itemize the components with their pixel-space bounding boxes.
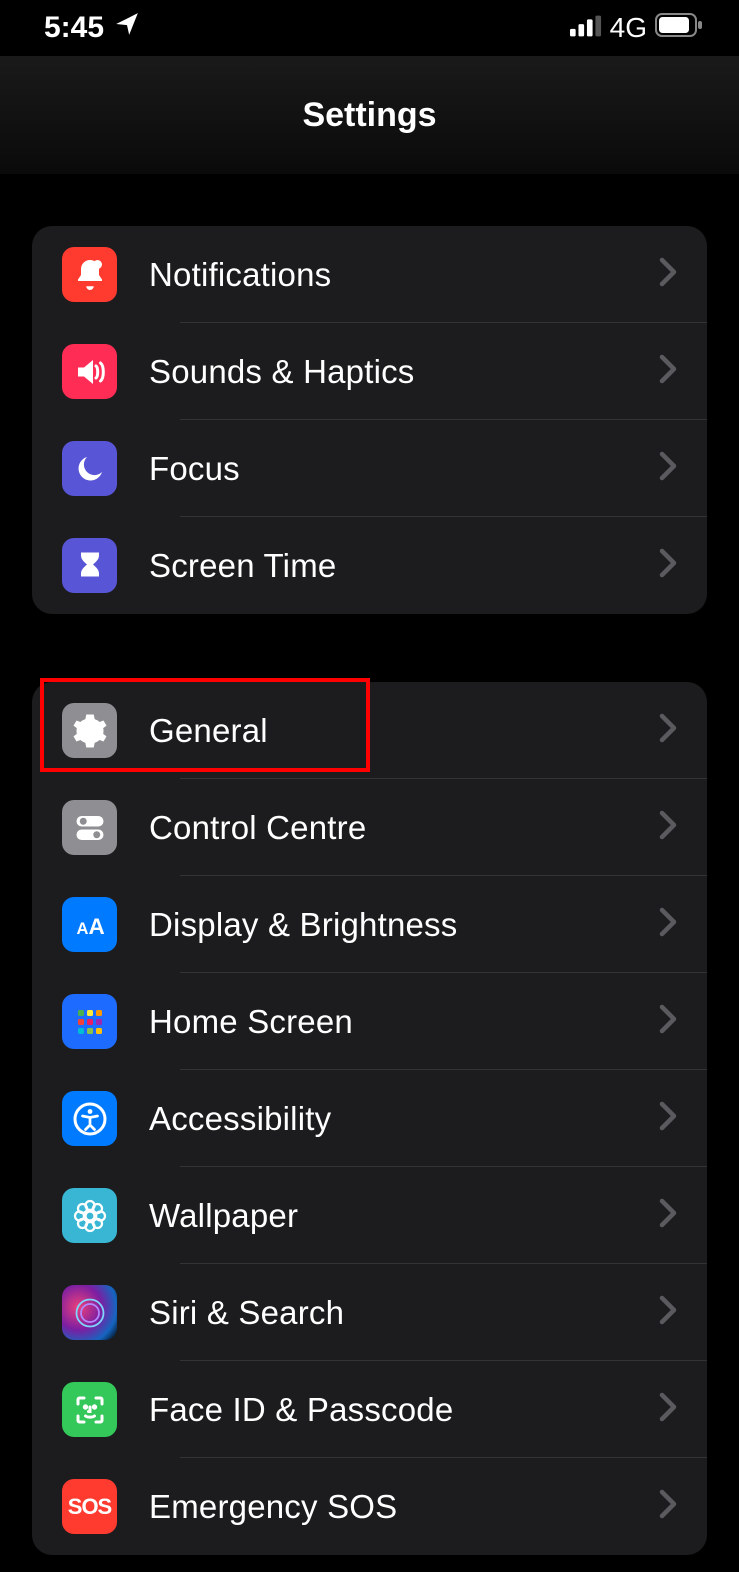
settings-group-2: General Control Centre AA Display & Brig… xyxy=(32,682,707,1555)
location-icon xyxy=(114,11,140,45)
toggles-icon xyxy=(62,800,117,855)
page-title: Settings xyxy=(302,96,436,135)
moon-icon xyxy=(62,441,117,496)
row-face-id-passcode[interactable]: Face ID & Passcode xyxy=(32,1361,707,1458)
svg-text:A: A xyxy=(88,914,104,939)
row-wallpaper[interactable]: Wallpaper xyxy=(32,1167,707,1264)
row-label: Accessibility xyxy=(149,1100,659,1138)
row-label: Siri & Search xyxy=(149,1294,659,1332)
chevron-right-icon xyxy=(659,548,677,583)
svg-text:A: A xyxy=(76,920,88,938)
chevron-right-icon xyxy=(659,1392,677,1427)
gear-icon xyxy=(62,703,117,758)
row-control-centre[interactable]: Control Centre xyxy=(32,779,707,876)
chevron-right-icon xyxy=(659,907,677,942)
row-label: Focus xyxy=(149,450,659,488)
row-label: Face ID & Passcode xyxy=(149,1391,659,1429)
chevron-right-icon xyxy=(659,1295,677,1330)
chevron-right-icon xyxy=(659,257,677,292)
chevron-right-icon xyxy=(659,451,677,486)
speaker-icon xyxy=(62,344,117,399)
chevron-right-icon xyxy=(659,1489,677,1524)
header: Settings xyxy=(0,56,739,174)
row-notifications[interactable]: Notifications xyxy=(32,226,707,323)
row-label: Screen Time xyxy=(149,547,659,585)
chevron-right-icon xyxy=(659,713,677,748)
battery-icon xyxy=(655,11,703,45)
row-display-brightness[interactable]: AA Display & Brightness xyxy=(32,876,707,973)
sos-icon: SOS xyxy=(62,1479,117,1534)
accessibility-icon xyxy=(62,1091,117,1146)
row-screen-time[interactable]: Screen Time xyxy=(32,517,707,614)
row-home-screen[interactable]: Home Screen xyxy=(32,973,707,1070)
row-label: Sounds & Haptics xyxy=(149,353,659,391)
row-label: Wallpaper xyxy=(149,1197,659,1235)
network-label: 4G xyxy=(610,12,647,44)
chevron-right-icon xyxy=(659,810,677,845)
chevron-right-icon xyxy=(659,354,677,389)
row-label: Home Screen xyxy=(149,1003,659,1041)
status-bar: 5:45 4G xyxy=(0,0,739,56)
row-focus[interactable]: Focus xyxy=(32,420,707,517)
hourglass-icon xyxy=(62,538,117,593)
chevron-right-icon xyxy=(659,1004,677,1039)
apps-grid-icon xyxy=(62,994,117,1049)
row-accessibility[interactable]: Accessibility xyxy=(32,1070,707,1167)
row-label: Control Centre xyxy=(149,809,659,847)
cellular-signal-icon xyxy=(570,11,602,45)
row-label: Display & Brightness xyxy=(149,906,659,944)
status-time: 5:45 xyxy=(44,11,104,45)
row-siri-search[interactable]: Siri & Search xyxy=(32,1264,707,1361)
text-size-icon: AA xyxy=(62,897,117,952)
face-id-icon xyxy=(62,1382,117,1437)
chevron-right-icon xyxy=(659,1198,677,1233)
row-sounds-haptics[interactable]: Sounds & Haptics xyxy=(32,323,707,420)
siri-icon xyxy=(62,1285,117,1340)
row-label: General xyxy=(149,712,659,750)
row-general[interactable]: General xyxy=(32,682,707,779)
settings-group-1: Notifications Sounds & Haptics Focus Scr… xyxy=(32,226,707,614)
flower-icon xyxy=(62,1188,117,1243)
chevron-right-icon xyxy=(659,1101,677,1136)
row-emergency-sos[interactable]: SOS Emergency SOS xyxy=(32,1458,707,1555)
bell-icon xyxy=(62,247,117,302)
row-label: Emergency SOS xyxy=(149,1488,659,1526)
row-label: Notifications xyxy=(149,256,659,294)
